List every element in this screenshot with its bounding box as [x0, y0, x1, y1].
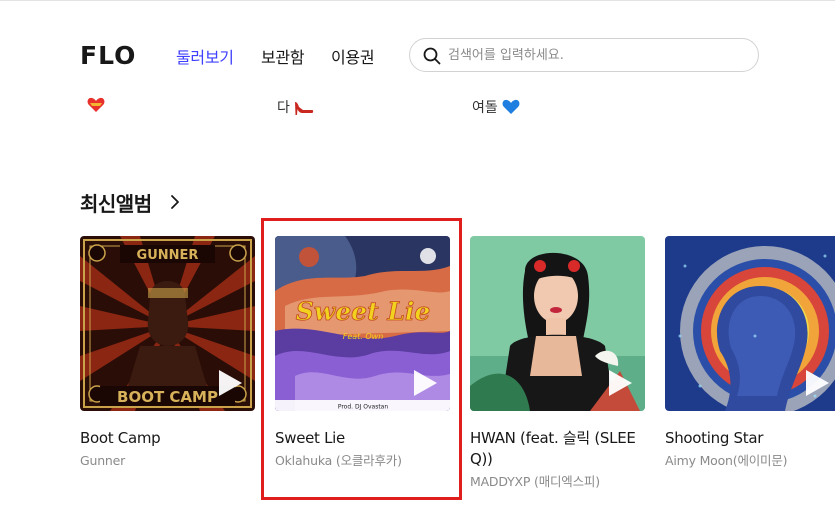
album-title[interactable]: HWAN (feat. 슬릭 (SLEE Q)) [470, 428, 646, 470]
nav-storage[interactable]: 보관함 [261, 44, 305, 68]
search-box[interactable] [409, 38, 759, 72]
tag-chip-1[interactable] [83, 97, 105, 113]
album-cover[interactable] [470, 236, 645, 411]
album-title[interactable]: Shooting Star [665, 428, 835, 449]
play-icon[interactable] [804, 369, 830, 397]
high-heel-icon [294, 102, 314, 115]
tag-label: 여돌 [472, 100, 498, 116]
top-divider [0, 0, 835, 1]
heart-icon [87, 97, 105, 112]
chevron-right-icon[interactable] [168, 193, 182, 211]
album-card[interactable]: GUNNER BOOT CAMP Boot Camp Gunner [80, 236, 256, 471]
album-card[interactable]: HWAN (feat. 슬릭 (SLEE Q)) MADDYXP (매디엑스피) [470, 236, 646, 492]
album-artist[interactable]: MADDYXP (매디엑스피) [470, 472, 646, 492]
selection-highlight-box [261, 218, 462, 500]
search-input[interactable] [448, 45, 748, 66]
play-icon[interactable] [217, 369, 243, 397]
album-artist[interactable]: Aimy Moon(에이미문) [665, 451, 835, 471]
tag-chip-3[interactable]: 여돌 [472, 97, 520, 117]
blue-heart-icon [502, 99, 520, 114]
album-title[interactable]: Boot Camp [80, 428, 256, 449]
play-icon[interactable] [607, 369, 633, 397]
svg-text:FLO: FLO [80, 42, 136, 68]
cover-text: GUNNER [137, 248, 199, 263]
cover-text: BOOT CAMP [117, 388, 218, 406]
nav-browse[interactable]: 둘러보기 [176, 44, 234, 68]
nav-voucher[interactable]: 이용권 [331, 44, 375, 68]
album-cover[interactable]: GUNNER BOOT CAMP [80, 236, 255, 411]
section-title-latest-albums[interactable]: 최신앨범 [80, 188, 152, 217]
album-card[interactable]: Shooting Star Aimy Moon(에이미문) [665, 236, 835, 471]
album-artist[interactable]: Gunner [80, 451, 256, 471]
search-icon[interactable] [422, 46, 442, 66]
tag-chip-2[interactable]: 다 [277, 97, 314, 117]
tag-label: 다 [277, 100, 290, 116]
flo-logo[interactable]: FLO [80, 42, 138, 68]
album-cover[interactable] [665, 236, 835, 411]
